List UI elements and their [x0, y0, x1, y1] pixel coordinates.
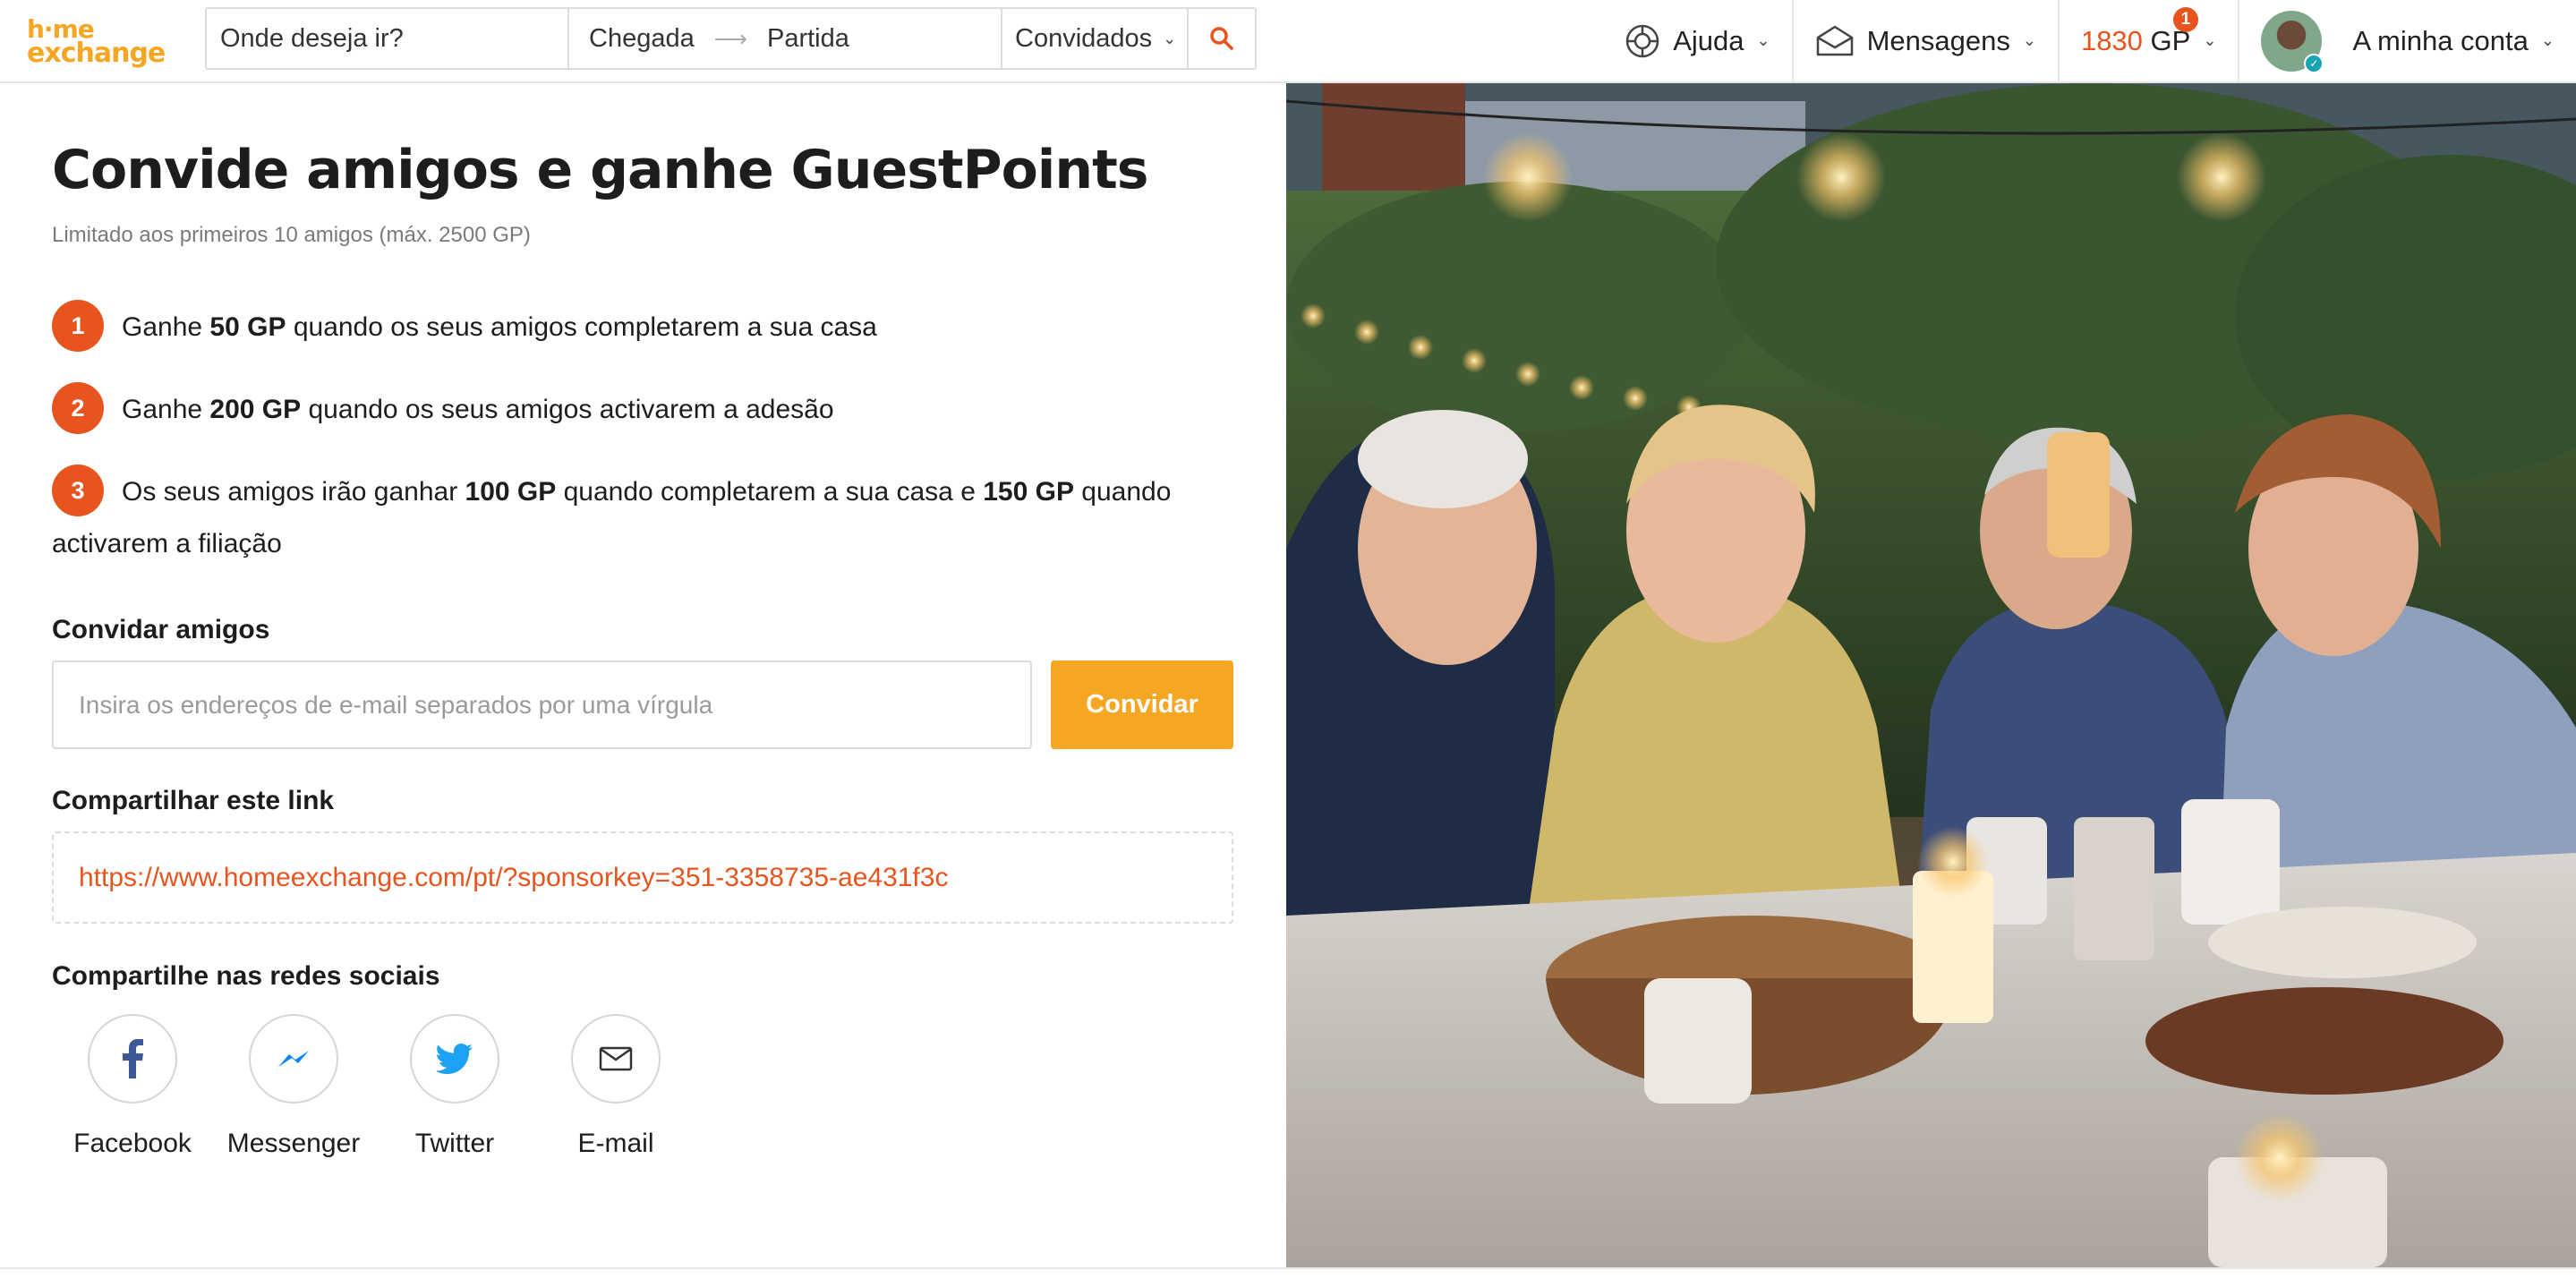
top-navigation-bar: h·me exchange Onde deseja ir? Chegada ⟶ … — [0, 0, 2576, 83]
step-number: 3 — [52, 465, 104, 517]
email-label: E-mail — [577, 1129, 654, 1158]
friends-selfie-photo — [1286, 83, 2576, 1267]
homeexchange-logo[interactable]: h·me exchange — [27, 14, 179, 69]
user-navigation: Ajuda ⌄ Mensagens ⌄ 1830 GP 1 ⌄ ✓ A minh… — [1603, 0, 2576, 81]
destination-placeholder: Onde deseja ir? — [220, 23, 404, 53]
share-facebook-button[interactable]: Facebook — [52, 1014, 213, 1159]
chevron-down-icon: ⌄ — [1756, 31, 1770, 49]
share-email-button[interactable]: E-mail — [535, 1014, 696, 1159]
envelope-open-icon — [1816, 25, 1853, 55]
logo-line-2: exchange — [27, 38, 166, 69]
step-1: 1 Ganhe 50 GP quando os seus amigos compl… — [52, 300, 1233, 354]
chevron-down-icon: ⌄ — [1163, 29, 1177, 47]
destination-input[interactable]: Onde deseja ir? — [207, 9, 569, 68]
messenger-circle[interactable] — [249, 1014, 338, 1104]
search-bar: Onde deseja ir? Chegada ⟶ Partida Convid… — [205, 7, 1257, 70]
checkout-field[interactable]: Partida — [767, 24, 849, 54]
account-label: A minha conta — [2352, 24, 2529, 56]
photo-illustration — [1286, 83, 2576, 1267]
share-messenger-button[interactable]: Messenger — [213, 1014, 374, 1159]
social-share-label: Compartilhe nas redes sociais — [52, 961, 440, 991]
email-field[interactable] — [52, 661, 1032, 749]
referral-link[interactable]: https://www.homeexchange.com/pt/?sponsor… — [79, 863, 948, 893]
chevron-down-icon: ⌄ — [2203, 31, 2217, 49]
step-3: 3 Os seus amigos irão ganhar 100 GP quand… — [52, 465, 1233, 568]
messages-menu[interactable]: Mensagens ⌄ — [1791, 0, 2058, 81]
search-icon — [1210, 27, 1233, 50]
guestpoints-amount: 1830 GP — [2080, 24, 2191, 56]
notification-badge: 1 — [2172, 7, 2198, 32]
facebook-icon — [123, 1039, 143, 1078]
step-2: 2 Ganhe 200 GP quando os seus amigos acti… — [52, 382, 1233, 437]
arrow-right-icon: ⟶ — [713, 24, 747, 52]
twitter-label: Twitter — [414, 1129, 495, 1158]
envelope-icon — [599, 1046, 633, 1071]
guestpoints-menu[interactable]: 1830 GP 1 ⌄ — [2057, 0, 2238, 81]
page-title: Convide amigos e ganhe GuestPoints — [52, 139, 1148, 201]
help-menu[interactable]: Ajuda ⌄ — [1603, 0, 1791, 81]
guests-label: Convidados — [1015, 23, 1153, 53]
avatar[interactable]: ✓ — [2261, 10, 2324, 73]
account-menu[interactable]: ✓ A minha conta ⌄ — [2238, 0, 2576, 81]
messenger-label: Messenger — [226, 1129, 361, 1158]
help-label: Ajuda — [1673, 24, 1744, 56]
checkin-field[interactable]: Chegada — [589, 24, 695, 54]
footer-divider — [0, 1267, 2576, 1287]
chevron-down-icon: ⌄ — [2540, 31, 2555, 49]
email-circle[interactable] — [571, 1014, 661, 1104]
guests-dropdown[interactable]: Convidados ⌄ — [1002, 9, 1189, 68]
share-twitter-button[interactable]: Twitter — [374, 1014, 535, 1159]
chevron-down-icon: ⌄ — [2022, 31, 2036, 49]
share-link-box[interactable]: https://www.homeexchange.com/pt/?sponsor… — [52, 831, 1233, 924]
verified-check-icon: ✓ — [2304, 53, 2324, 73]
lifebuoy-icon — [1625, 24, 1659, 57]
messenger-icon — [278, 1051, 309, 1067]
share-link-label: Compartilhar este link — [52, 786, 335, 815]
invite-button[interactable]: Convidar — [1051, 661, 1233, 749]
twitter-icon — [437, 1044, 473, 1074]
date-range-picker[interactable]: Chegada ⟶ Partida — [569, 9, 1002, 68]
facebook-circle[interactable] — [88, 1014, 177, 1104]
twitter-circle[interactable] — [410, 1014, 499, 1104]
page-subtitle: Limitado aos primeiros 10 amigos (máx. 2… — [52, 223, 531, 247]
referral-panel: Convide amigos e ganhe GuestPoints Limit… — [0, 83, 1286, 1287]
step-number: 1 — [52, 300, 104, 353]
search-button[interactable] — [1189, 9, 1255, 68]
step-number: 2 — [52, 382, 104, 435]
invite-friends-label: Convidar amigos — [52, 615, 270, 644]
facebook-label: Facebook — [73, 1129, 192, 1158]
messages-label: Mensagens — [1866, 24, 2010, 56]
